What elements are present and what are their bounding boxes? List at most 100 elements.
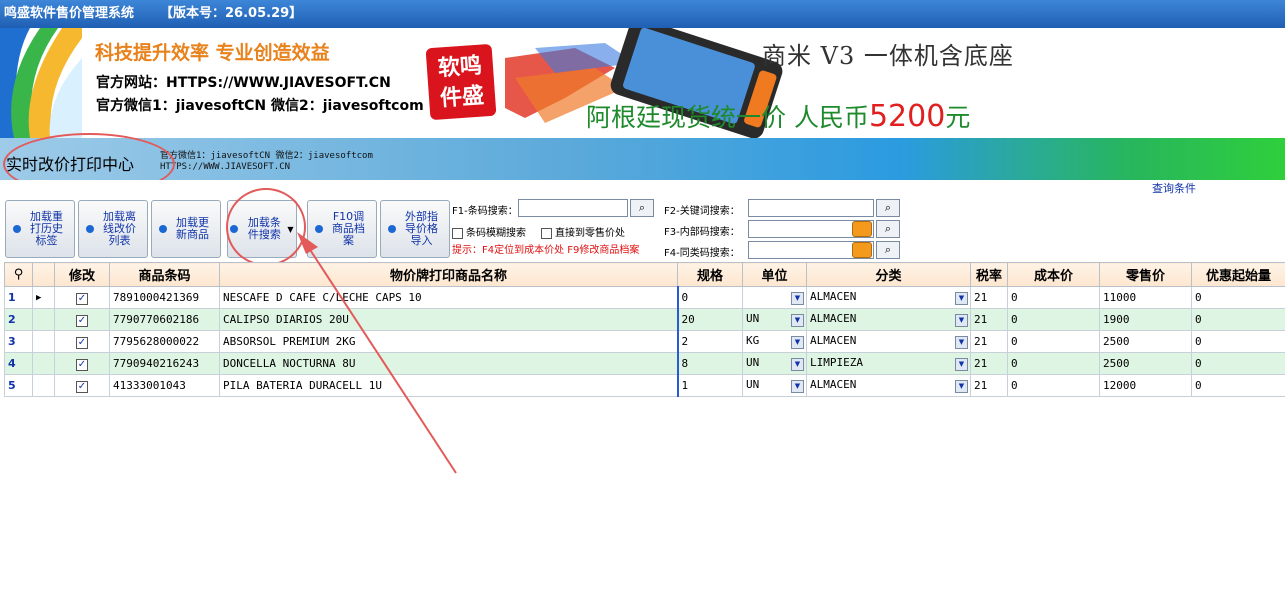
category-cell[interactable]: ▼ ALMACEN — [806, 330, 971, 353]
modify-checkbox[interactable]: ✓ — [76, 380, 88, 393]
table-row[interactable]: 2 ✓ 7790770602186 CALIPSO DIARIOS 20U 20… — [4, 308, 1285, 331]
col-header-tax[interactable]: 税率 — [970, 262, 1008, 287]
category-cell[interactable]: ▼ ALMACEN — [806, 286, 971, 309]
modify-cell[interactable]: ✓ — [54, 286, 110, 309]
same-type-search-button[interactable]: ⌕ — [876, 241, 900, 259]
spec-cell[interactable]: 2 — [676, 330, 743, 353]
internal-code-picker-icon[interactable] — [852, 221, 872, 237]
chevron-down-icon[interactable]: ▼ — [955, 292, 968, 305]
modify-cell[interactable]: ✓ — [54, 352, 110, 375]
unit-cell[interactable]: ▼ UN — [742, 308, 807, 331]
category-cell[interactable]: ▼ ALMACEN — [806, 308, 971, 331]
discount-cell[interactable]: 0 — [1191, 330, 1285, 353]
chevron-down-icon[interactable]: ▼ — [791, 380, 804, 393]
tax-cell[interactable]: 21 — [970, 352, 1008, 375]
cost-cell[interactable]: 0 — [1007, 374, 1100, 397]
col-header-modify[interactable]: 修改 — [54, 262, 110, 287]
name-cell[interactable]: ABSORSOL PREMIUM 2KG — [219, 330, 678, 353]
fuzzy-search-checkbox[interactable] — [452, 227, 463, 239]
table-row[interactable]: 5 ✓ 41333001043 PILA BATERIA DURACELL 1U… — [4, 374, 1285, 397]
col-header-name[interactable]: 物价牌打印商品名称 — [219, 262, 678, 287]
fuzzy-search-option[interactable]: 条码模糊搜索 — [452, 224, 526, 239]
name-cell[interactable]: PILA BATERIA DURACELL 1U — [219, 374, 678, 397]
load-offline-list-button[interactable]: 加载离线改价列表 — [78, 200, 148, 258]
keyword-search-button[interactable]: ⌕ — [876, 199, 900, 217]
chevron-down-icon[interactable]: ▼ — [791, 336, 804, 349]
chevron-down-icon[interactable]: ▼ — [955, 336, 968, 349]
barcode-cell[interactable]: 7790770602186 — [109, 308, 220, 331]
spec-cell[interactable]: 0 — [676, 286, 743, 309]
spec-cell[interactable]: 20 — [676, 308, 743, 331]
modify-checkbox[interactable]: ✓ — [76, 314, 88, 327]
tax-cell[interactable]: 21 — [970, 330, 1008, 353]
discount-cell[interactable]: 0 — [1191, 286, 1285, 309]
row-indicator — [32, 330, 55, 353]
discount-cell[interactable]: 0 — [1191, 374, 1285, 397]
col-header-cost[interactable]: 成本价 — [1007, 262, 1100, 287]
name-cell[interactable]: CALIPSO DIARIOS 20U — [219, 308, 678, 331]
modify-cell[interactable]: ✓ — [54, 374, 110, 397]
col-header-discount[interactable]: 优惠起始量 — [1191, 262, 1285, 287]
chevron-down-icon[interactable]: ▼ — [955, 358, 968, 371]
barcode-cell[interactable]: 7790940216243 — [109, 352, 220, 375]
category-cell[interactable]: ▼ ALMACEN — [806, 374, 971, 397]
chevron-down-icon[interactable]: ▼ — [791, 292, 804, 305]
cost-cell[interactable]: 0 — [1007, 330, 1100, 353]
chevron-down-icon[interactable]: ▼ — [791, 314, 804, 327]
load-reprint-history-button[interactable]: 加载重打历史标签 — [5, 200, 75, 258]
name-cell[interactable]: NESCAFE D CAFE C/LECHE CAPS 10 — [219, 286, 678, 309]
barcode-cell[interactable]: 7795628000022 — [109, 330, 220, 353]
tax-cell[interactable]: 21 — [970, 308, 1008, 331]
table-row[interactable]: 3 ✓ 7795628000022 ABSORSOL PREMIUM 2KG 2… — [4, 330, 1285, 353]
barcode-search-input[interactable] — [518, 199, 628, 217]
modify-checkbox[interactable]: ✓ — [76, 336, 88, 349]
cost-cell[interactable]: 0 — [1007, 308, 1100, 331]
col-header-price[interactable]: 零售价 — [1099, 262, 1192, 287]
unit-cell[interactable]: ▼ UN — [742, 374, 807, 397]
tax-cell[interactable]: 21 — [970, 374, 1008, 397]
discount-cell[interactable]: 0 — [1191, 308, 1285, 331]
import-guide-price-button[interactable]: 外部指导价格导入 — [380, 200, 450, 258]
modify-cell[interactable]: ✓ — [54, 330, 110, 353]
row-header-icon[interactable]: ⚲ — [4, 262, 33, 287]
price-cell[interactable]: 1900 — [1099, 308, 1192, 331]
table-row[interactable]: 4 ✓ 7790940216243 DONCELLA NOCTURNA 8U 8… — [4, 352, 1285, 375]
col-header-category[interactable]: 分类 — [806, 262, 971, 287]
same-type-picker-icon[interactable] — [852, 242, 872, 258]
col-header-spec[interactable]: 规格 — [677, 262, 743, 287]
col-header-unit[interactable]: 单位 — [742, 262, 807, 287]
price-cell[interactable]: 2500 — [1099, 330, 1192, 353]
keyword-search-input[interactable] — [748, 199, 874, 217]
modify-cell[interactable]: ✓ — [54, 308, 110, 331]
discount-cell[interactable]: 0 — [1191, 352, 1285, 375]
barcode-search-button[interactable]: ⌕ — [630, 199, 654, 217]
price-cell[interactable]: 2500 — [1099, 352, 1192, 375]
cost-cell[interactable]: 0 — [1007, 352, 1100, 375]
chevron-down-icon[interactable]: ▼ — [955, 314, 968, 327]
col-header-barcode[interactable]: 商品条码 — [109, 262, 220, 287]
barcode-cell[interactable]: 41333001043 — [109, 374, 220, 397]
internal-code-search-button[interactable]: ⌕ — [876, 220, 900, 238]
unit-cell[interactable]: ▼ — [742, 286, 807, 309]
modify-checkbox[interactable]: ✓ — [76, 292, 88, 305]
name-cell[interactable]: DONCELLA NOCTURNA 8U — [219, 352, 678, 375]
spec-cell[interactable]: 1 — [676, 374, 743, 397]
price-cell[interactable]: 12000 — [1099, 374, 1192, 397]
category-cell[interactable]: ▼ LIMPIEZA — [806, 352, 971, 375]
chevron-down-icon[interactable]: ▼ — [791, 358, 804, 371]
direct-retail-option[interactable]: 直接到零售价处 — [541, 224, 625, 239]
tax-cell[interactable]: 21 — [970, 286, 1008, 309]
unit-cell[interactable]: ▼ KG — [742, 330, 807, 353]
query-conditions-label[interactable]: 查询条件 — [1152, 180, 1196, 196]
direct-retail-checkbox[interactable] — [541, 227, 552, 239]
load-updated-goods-button[interactable]: 加载更新商品 — [151, 200, 221, 258]
chevron-down-icon[interactable]: ▼ — [955, 380, 968, 393]
table-row[interactable]: 1 ▶ ✓ 7891000421369 NESCAFE D CAFE C/LEC… — [4, 286, 1285, 309]
cost-cell[interactable]: 0 — [1007, 286, 1100, 309]
f10-goods-archive-button[interactable]: F10调商品档案 — [307, 200, 377, 258]
barcode-cell[interactable]: 7891000421369 — [109, 286, 220, 309]
modify-checkbox[interactable]: ✓ — [76, 358, 88, 371]
spec-cell[interactable]: 8 — [676, 352, 743, 375]
unit-cell[interactable]: ▼ UN — [742, 352, 807, 375]
price-cell[interactable]: 11000 — [1099, 286, 1192, 309]
